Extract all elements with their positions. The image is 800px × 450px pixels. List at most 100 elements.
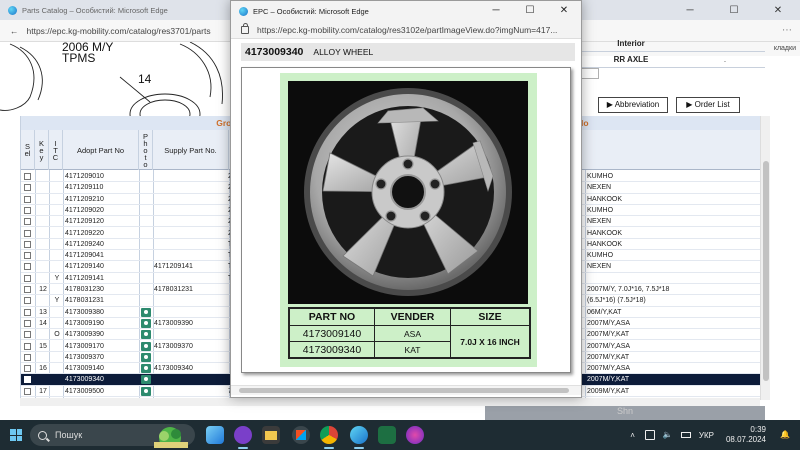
volume-icon[interactable]: 🔈 [663, 430, 673, 440]
diagram-callout-14[interactable]: 14 [138, 72, 151, 86]
row-supply-part-no[interactable] [154, 216, 228, 227]
col-key[interactable]: Key [35, 130, 49, 170]
row-supply-part-no[interactable] [154, 228, 228, 239]
taskbar-app-chrome-icon[interactable] [320, 426, 338, 449]
popup-url[interactable]: https://epc.kg-mobility.com/catalog/res3… [257, 25, 577, 35]
row-supply-part-no[interactable] [154, 194, 228, 205]
row-supply-part-no[interactable]: 4173009370 [154, 341, 228, 352]
parts-catalog-url[interactable]: https://epc.kg-mobility.com/catalog/res3… [27, 26, 211, 36]
row-select-checkbox[interactable] [24, 173, 31, 180]
col-adopt-part-no[interactable]: Adopt Part No [63, 130, 139, 170]
minimize-icon[interactable]: ─ [668, 5, 712, 16]
row-select-checkbox[interactable] [24, 387, 31, 395]
parts-diagram[interactable]: 2006 M/Y TPMS 14 [0, 42, 230, 116]
row-adopt-part-no[interactable]: 4173009190 [65, 318, 137, 329]
taskbar-app-edge-icon[interactable] [350, 426, 368, 449]
row-supply-part-no[interactable] [154, 273, 228, 284]
row-select-checkbox[interactable] [24, 297, 31, 305]
col-sel[interactable]: Sel [21, 130, 35, 170]
row-supply-part-no[interactable] [154, 352, 228, 363]
row-select-checkbox[interactable] [24, 195, 31, 203]
row-adopt-part-no[interactable]: 4173009370 [65, 352, 137, 363]
row-supply-part-no[interactable]: 4171209141 [154, 261, 228, 272]
grid-horizontal-scrollbar[interactable] [20, 398, 760, 406]
row-supply-part-no[interactable] [154, 250, 228, 261]
row-adopt-part-no[interactable]: 4173009390 [65, 329, 137, 340]
row-adopt-part-no[interactable]: 4171209041 [65, 250, 137, 261]
minimize-icon[interactable]: ─ [479, 1, 513, 21]
photo-camera-icon[interactable] [141, 364, 151, 374]
photo-camera-icon[interactable] [141, 375, 151, 385]
row-supply-part-no[interactable] [154, 182, 228, 193]
row-adopt-part-no[interactable]: 4171209120 [65, 216, 137, 227]
language-indicator[interactable]: УКР [699, 431, 714, 440]
row-adopt-part-no[interactable]: 4171209220 [65, 228, 137, 239]
col-itc[interactable]: ITC [49, 130, 63, 170]
popup-addressbar[interactable]: https://epc.kg-mobility.com/catalog/res3… [231, 21, 581, 39]
popup-scroll-thumb[interactable] [239, 388, 569, 393]
photo-camera-icon[interactable] [141, 386, 151, 396]
lock-icon[interactable] [241, 22, 249, 34]
photo-camera-icon[interactable] [141, 307, 151, 317]
back-arrow-icon[interactable]: ← [10, 26, 19, 36]
row-adopt-part-no[interactable]: 4171209210 [65, 194, 137, 205]
taskbar-app-viber-icon[interactable] [234, 426, 252, 449]
battery-icon[interactable] [680, 432, 691, 438]
grid-scroll-thumb[interactable] [763, 161, 769, 381]
taskbar-app-excel-icon[interactable] [378, 426, 396, 444]
row-supply-part-no[interactable] [154, 307, 228, 318]
maximize-icon[interactable]: ☐ [712, 5, 756, 16]
search-highlight-image[interactable] [150, 422, 192, 448]
parts-catalog-titlebar[interactable]: Parts Catalog – Особистий: Microsoft Edg… [0, 0, 230, 20]
col-supply-part-no[interactable]: Supply Part No. [153, 130, 229, 170]
row-adopt-part-no[interactable]: 4171209140 [65, 261, 137, 272]
row-adopt-part-no[interactable]: 4171209240 [65, 239, 137, 250]
notification-bell-icon[interactable]: 🔔 [780, 430, 790, 440]
parts-catalog-addressbar[interactable]: ← https://epc.kg-mobility.com/catalog/re… [0, 20, 230, 42]
row-supply-part-no[interactable] [154, 205, 228, 216]
row-select-checkbox[interactable] [24, 308, 31, 316]
row-adopt-part-no[interactable]: 4171209010 [65, 171, 137, 182]
row-adopt-part-no[interactable]: 4173009140 [65, 363, 137, 374]
row-select-checkbox[interactable] [24, 342, 31, 350]
row-select-checkbox[interactable] [24, 376, 31, 384]
row-adopt-part-no[interactable]: 4171209141 [65, 273, 137, 284]
row-select-checkbox[interactable] [24, 184, 31, 192]
photo-camera-icon[interactable] [141, 352, 151, 362]
abbreviation-button[interactable]: ▶ Abbreviation [598, 97, 668, 113]
taskbar-app-file-explorer-icon[interactable] [262, 426, 280, 444]
photo-camera-icon[interactable] [141, 330, 151, 340]
row-select-checkbox[interactable] [24, 286, 31, 293]
row-adopt-part-no[interactable]: 4173009170 [65, 341, 137, 352]
row-select-checkbox[interactable] [24, 218, 31, 226]
row-supply-part-no[interactable] [154, 329, 228, 340]
row-supply-part-no[interactable] [154, 374, 228, 385]
maximize-icon[interactable]: ☐ [513, 1, 547, 21]
grid-vertical-scrollbar[interactable] [760, 116, 770, 400]
row-supply-part-no[interactable] [154, 239, 228, 250]
row-select-checkbox[interactable] [24, 240, 31, 248]
row-select-checkbox[interactable] [24, 263, 31, 271]
close-icon[interactable]: ✕ [756, 5, 800, 16]
taskbar-app-player-icon[interactable] [406, 426, 424, 444]
taskbar-app-photos-icon[interactable] [206, 426, 224, 444]
row-adopt-part-no[interactable]: 4171209110 [65, 182, 137, 193]
browser-menu-icon[interactable]: ⋯ [782, 25, 792, 36]
row-adopt-part-no[interactable]: 4178031230 [65, 284, 137, 295]
row-select-checkbox[interactable] [24, 252, 31, 260]
row-select-checkbox[interactable] [24, 229, 31, 237]
row-supply-part-no[interactable]: 4173009340 [154, 363, 228, 374]
row-adopt-part-no[interactable]: 4173009500 [65, 386, 137, 397]
row-supply-part-no[interactable]: 4173009390 [154, 318, 228, 329]
photo-camera-icon[interactable] [141, 318, 151, 328]
row-select-checkbox[interactable] [24, 274, 31, 282]
row-select-checkbox[interactable] [24, 331, 31, 339]
row-supply-part-no[interactable] [154, 171, 228, 182]
row-select-checkbox[interactable] [24, 206, 31, 214]
row-adopt-part-no[interactable]: 4173009340 [65, 374, 137, 385]
col-photo[interactable]: Photo [139, 130, 153, 170]
taskbar-app-store-icon[interactable] [292, 426, 310, 444]
row-select-checkbox[interactable] [24, 319, 31, 327]
row-select-checkbox[interactable] [24, 365, 31, 373]
favorites-label[interactable]: кладки [774, 45, 796, 52]
